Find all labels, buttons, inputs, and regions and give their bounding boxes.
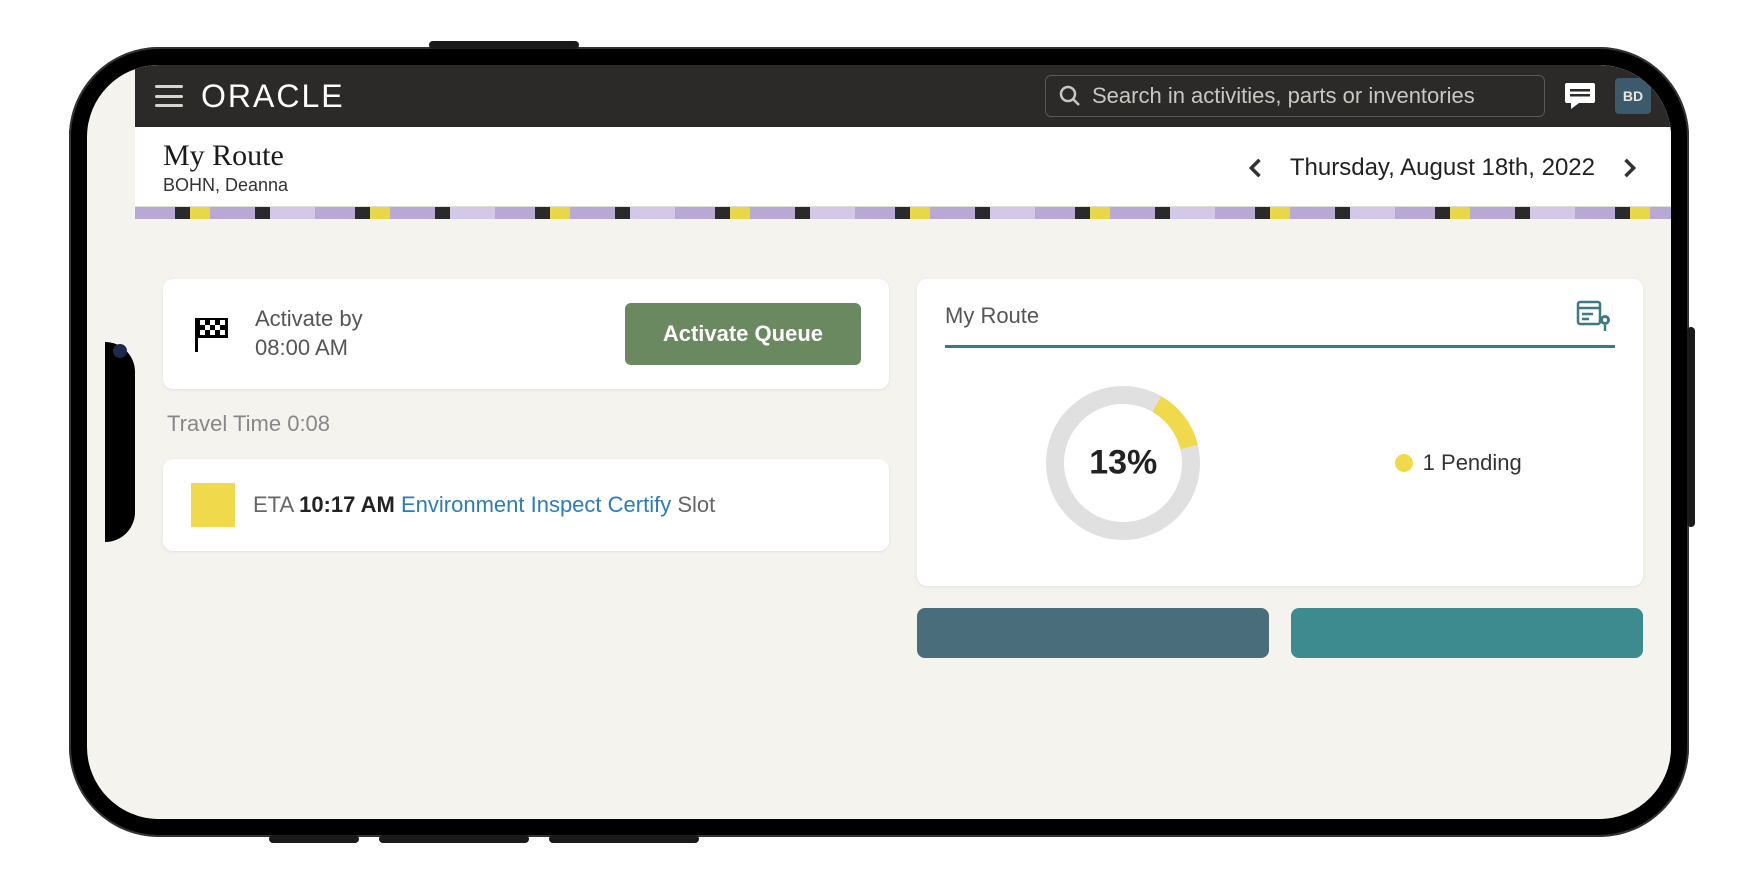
eta-time: 10:17 AM — [299, 492, 395, 517]
legend-dot-icon — [1395, 454, 1413, 472]
left-column: Activate by 08:00 AM Activate Queue Trav… — [163, 279, 889, 819]
tile-2[interactable] — [1291, 608, 1643, 658]
current-date[interactable]: Thursday, August 18th, 2022 — [1290, 154, 1595, 182]
flag-icon — [191, 312, 235, 356]
phone-button-bottom-2 — [379, 835, 529, 843]
phone-button-right — [1687, 327, 1695, 527]
search-input[interactable] — [1092, 83, 1532, 109]
status-square-icon — [191, 483, 235, 527]
activate-text: Activate by 08:00 AM — [255, 305, 605, 362]
activate-label: Activate by — [255, 305, 605, 334]
donut-percent: 13% — [1089, 444, 1157, 483]
phone-button-bottom-3 — [549, 835, 699, 843]
activate-queue-button[interactable]: Activate Queue — [625, 303, 861, 365]
phone-frame: ORACLE BD My Route BOHN, Deanna Thursday… — [69, 47, 1689, 837]
decorative-strip — [135, 207, 1671, 219]
phone-button-bottom-1 — [269, 835, 359, 843]
activity-line: ETA 10:17 AM Environment Inspect Certify… — [253, 492, 715, 518]
activate-time: 08:00 AM — [255, 334, 605, 363]
avatar[interactable]: BD — [1615, 78, 1651, 114]
eta-suffix: Slot — [677, 492, 715, 517]
phone-notch — [105, 342, 135, 542]
user-name: BOHN, Deanna — [163, 175, 1242, 196]
route-card-title: My Route — [945, 303, 1039, 329]
page-title: My Route — [163, 139, 1242, 173]
chevron-left-icon[interactable] — [1242, 154, 1270, 182]
activity-link[interactable]: Environment Inspect Certify — [401, 492, 671, 517]
route-map-icon[interactable] — [1575, 299, 1615, 333]
tile-row — [917, 608, 1643, 658]
progress-donut-chart: 13% — [1038, 378, 1208, 548]
my-route-card: My Route — [917, 279, 1643, 586]
activate-card: Activate by 08:00 AM Activate Queue — [163, 279, 889, 389]
hamburger-menu-icon[interactable] — [155, 85, 183, 107]
legend-pending: 1 Pending — [1395, 450, 1522, 476]
search-icon — [1058, 84, 1082, 108]
tile-1[interactable] — [917, 608, 1269, 658]
app-bar: ORACLE BD — [135, 65, 1671, 127]
travel-time-label: Travel Time 0:08 — [163, 411, 889, 437]
search-field[interactable] — [1045, 75, 1545, 117]
activity-card[interactable]: ETA 10:17 AM Environment Inspect Certify… — [163, 459, 889, 551]
phone-camera — [113, 344, 127, 358]
legend-label: 1 Pending — [1423, 450, 1522, 476]
content-area: Activate by 08:00 AM Activate Queue Trav… — [135, 219, 1671, 819]
right-column: My Route — [917, 279, 1643, 819]
phone-button-top — [429, 41, 579, 49]
chat-icon[interactable] — [1563, 81, 1597, 111]
sub-header: My Route BOHN, Deanna Thursday, August 1… — [135, 127, 1671, 207]
oracle-logo: ORACLE — [201, 78, 345, 115]
chevron-right-icon[interactable] — [1615, 154, 1643, 182]
eta-prefix: ETA — [253, 492, 293, 517]
date-navigator: Thursday, August 18th, 2022 — [1242, 154, 1643, 182]
